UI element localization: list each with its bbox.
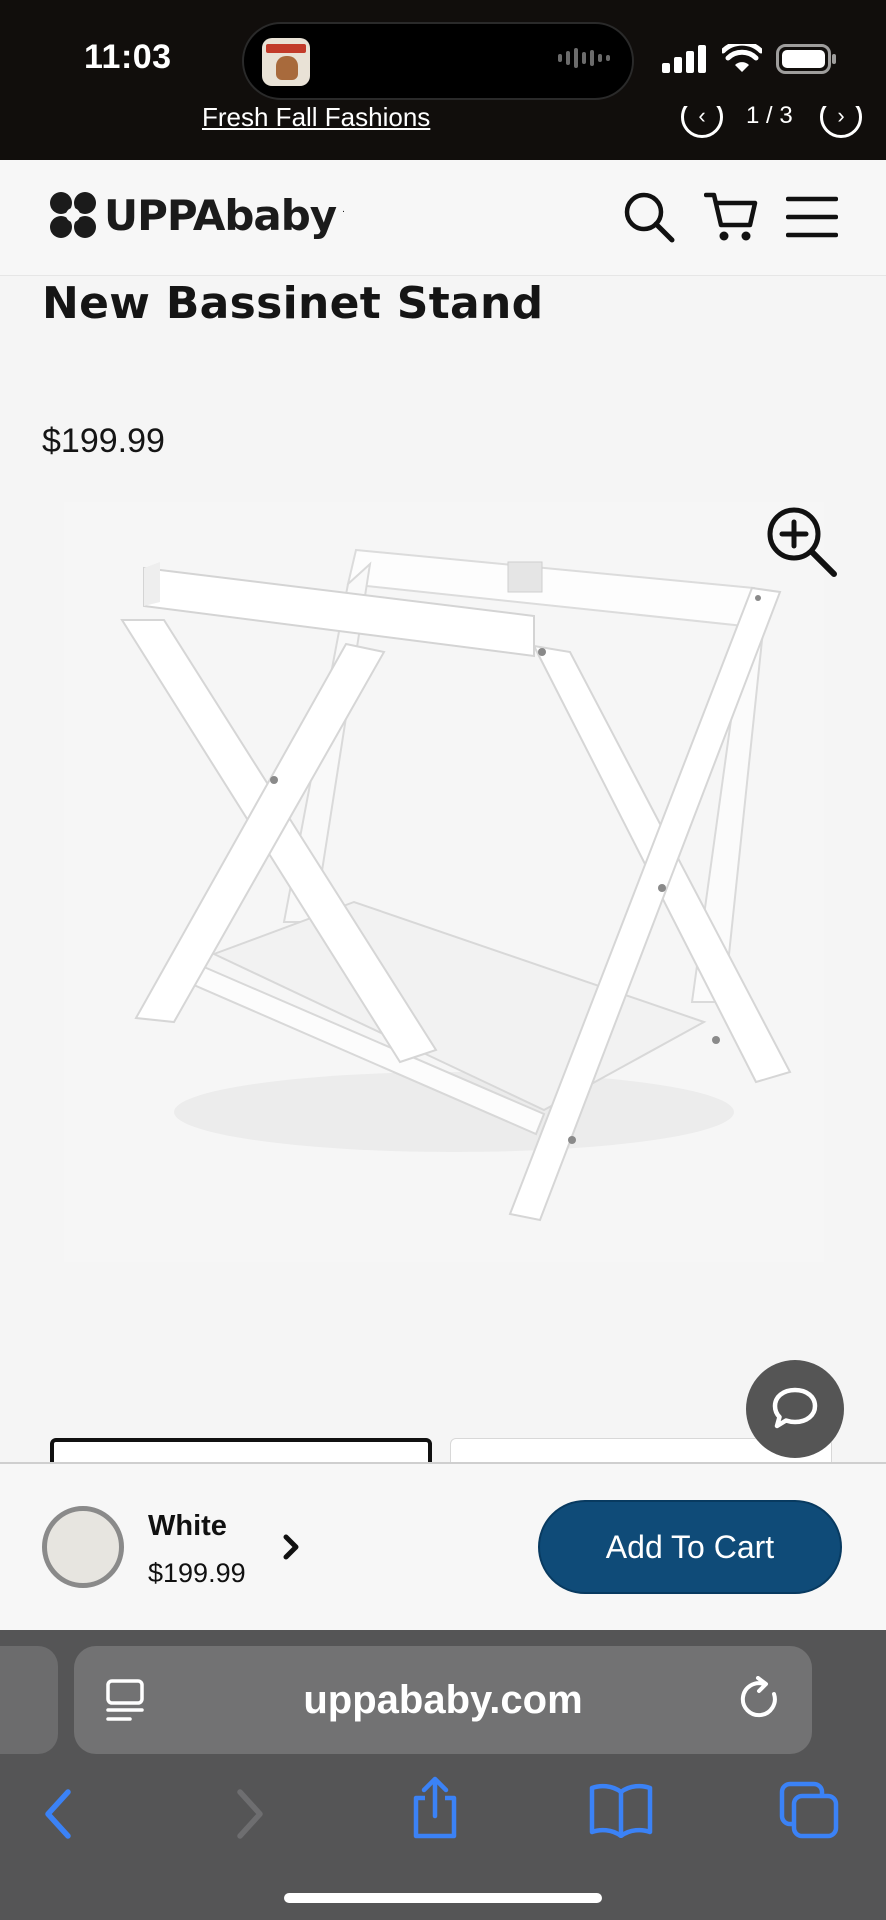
promo-link[interactable]: Fresh Fall Fashions [202,106,430,133]
uppababy-logo[interactable]: UPPAbaby . [48,190,345,240]
tabs-icon[interactable] [778,1780,840,1840]
product-price: $199.99 [42,422,165,460]
status-bar: 11:03 Fresh Fall Fashions ‹ 1 / 3 › [0,0,886,160]
previous-tab-preview[interactable] [0,1646,58,1754]
chevron-right-icon[interactable] [280,1532,302,1562]
dynamic-island[interactable] [242,22,634,100]
url-text: uppababy.com [303,1678,583,1722]
system-icons [662,44,838,74]
browser-toolbar [0,1770,886,1860]
promo-counter: 1 / 3 [746,106,793,129]
product-image[interactable] [64,502,824,1262]
audio-waveform-icon [558,48,610,68]
forward-icon[interactable] [232,1786,268,1842]
wifi-icon [722,44,762,72]
color-swatch[interactable] [42,1506,124,1588]
header-actions [622,190,838,244]
bookmarks-icon[interactable] [588,1782,654,1838]
flower-logo-icon [50,192,96,238]
logo-trademark: . [342,204,345,215]
reload-icon[interactable] [738,1676,784,1724]
cellular-signal-icon [662,45,706,73]
now-playing-app-icon [262,38,310,86]
add-to-cart-button[interactable]: Add To Cart [538,1500,842,1594]
back-icon[interactable] [40,1786,76,1842]
cart-icon[interactable] [704,191,758,243]
promo-next-button[interactable]: › [820,106,862,138]
logo-wordmark: UPPAbaby [104,190,337,240]
zoom-in-icon[interactable] [764,504,838,578]
site-header: UPPAbaby . [0,160,886,276]
chat-bubble-icon [772,1387,818,1429]
search-icon[interactable] [622,190,676,244]
selected-color-name: White [148,1510,227,1542]
status-time: 11:03 [84,38,172,76]
address-bar[interactable]: uppababy.com [74,1646,812,1754]
sticky-add-to-cart-bar: White $199.99 Add To Cart [0,1462,886,1630]
selected-color-price: $199.99 [148,1558,246,1588]
browser-chrome: uppababy.com [0,1630,886,1920]
share-icon[interactable] [408,1776,462,1840]
hamburger-menu-icon[interactable] [786,195,838,239]
home-indicator[interactable] [284,1893,602,1903]
product-title: New Bassinet Stand [42,278,544,329]
bassinet-stand-illustration [120,548,792,1222]
promo-prev-button[interactable]: ‹ [681,106,723,138]
chat-button[interactable] [746,1360,844,1458]
promo-banner[interactable]: Fresh Fall Fashions ‹ 1 / 3 › [0,106,886,160]
battery-icon [776,44,836,74]
